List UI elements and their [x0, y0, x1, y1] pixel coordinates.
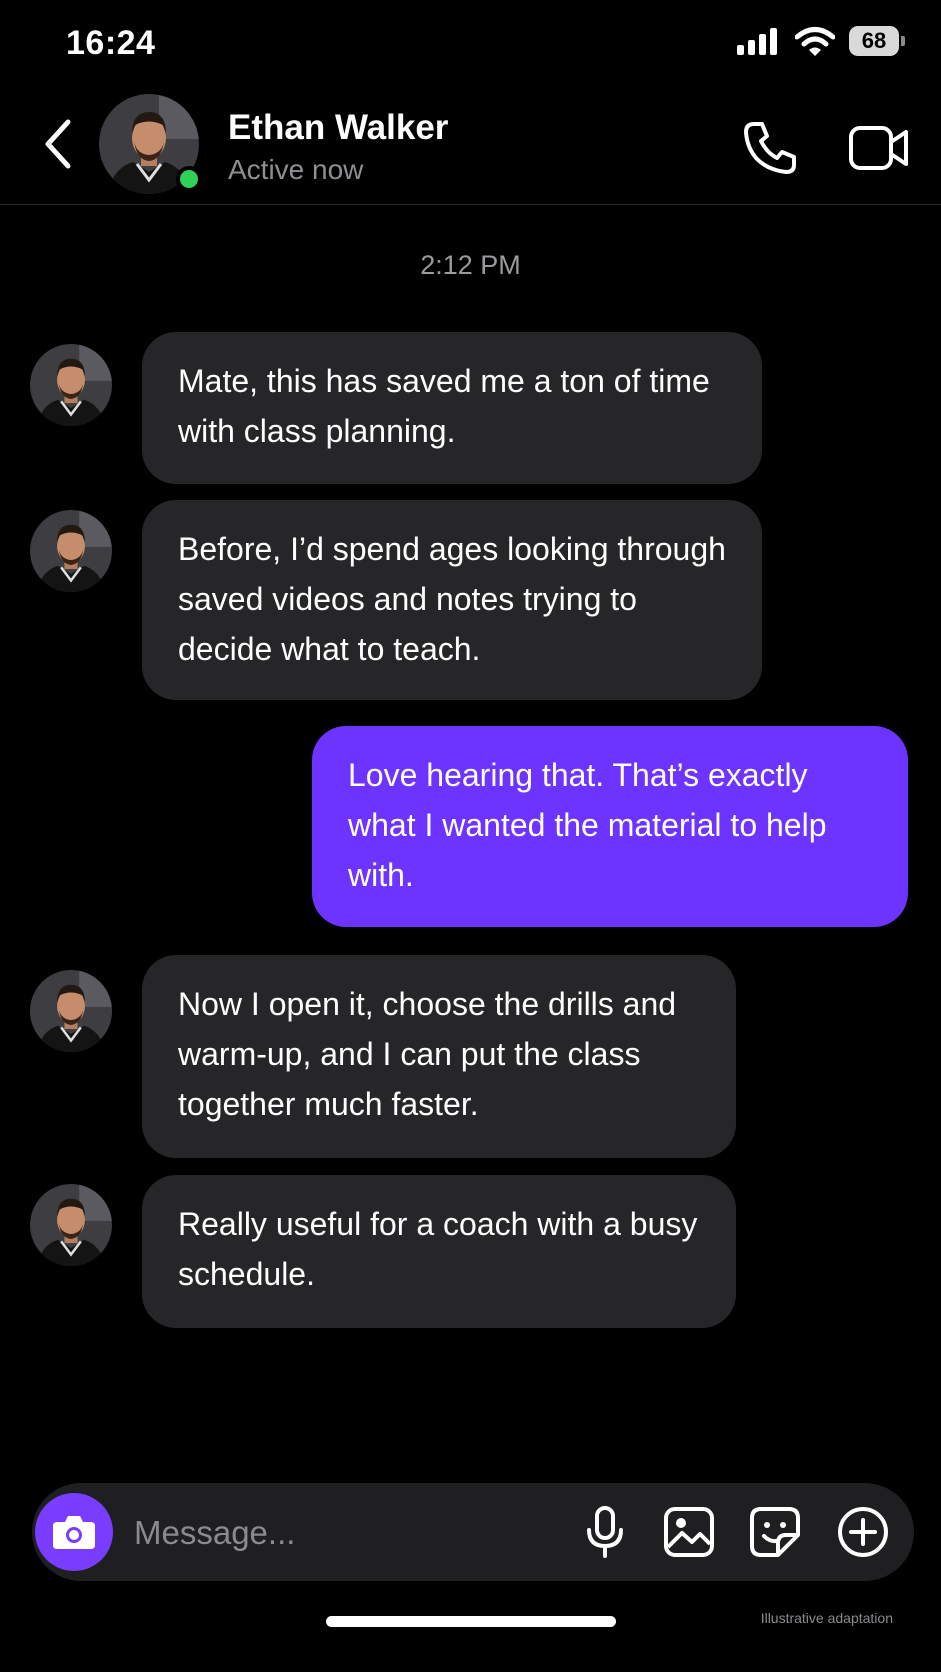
sticker-icon[interactable] — [748, 1505, 802, 1559]
status-time: 16:24 — [66, 24, 156, 62]
message-composer — [32, 1483, 914, 1581]
incoming-message[interactable]: Before, I’d spend ages looking through s… — [142, 500, 762, 700]
contact-avatar-small[interactable] — [30, 510, 112, 592]
phone-icon[interactable] — [740, 118, 800, 178]
signal-icon — [737, 28, 777, 55]
contact-status: Active now — [228, 154, 364, 185]
camera-icon — [53, 1516, 95, 1549]
outgoing-message[interactable]: Love hearing that. That’s exactly what I… — [312, 726, 908, 927]
camera-button[interactable] — [35, 1493, 113, 1571]
battery-indicator: 68 — [849, 26, 905, 56]
battery-level: 68 — [861, 28, 887, 53]
watermark: Illustrative adaptation — [760, 1610, 893, 1626]
battery-nub — [901, 36, 905, 46]
back-chevron-icon[interactable] — [38, 116, 78, 172]
video-camera-icon[interactable] — [848, 120, 910, 176]
contact-avatar-small[interactable] — [30, 1184, 112, 1266]
chat-header: Ethan Walker Active now — [0, 86, 941, 205]
home-indicator[interactable] — [326, 1616, 616, 1627]
incoming-message[interactable]: Mate, this has saved me a ton of time wi… — [142, 332, 762, 484]
contact-avatar-small[interactable] — [30, 970, 112, 1052]
plus-icon[interactable] — [836, 1505, 890, 1559]
microphone-icon[interactable] — [578, 1505, 632, 1559]
contact-avatar-small[interactable] — [30, 344, 112, 426]
message-input[interactable] — [132, 1503, 436, 1563]
status-icons: 68 — [737, 26, 905, 56]
incoming-message[interactable]: Now I open it, choose the drills and war… — [142, 955, 736, 1158]
contact-name[interactable]: Ethan Walker — [228, 108, 448, 148]
chat-timestamp: 2:12 PM — [420, 250, 521, 280]
online-status-dot — [176, 166, 202, 192]
incoming-message[interactable]: Really useful for a coach with a busy sc… — [142, 1175, 736, 1328]
gallery-icon[interactable] — [662, 1505, 716, 1559]
wifi-icon — [795, 27, 835, 56]
